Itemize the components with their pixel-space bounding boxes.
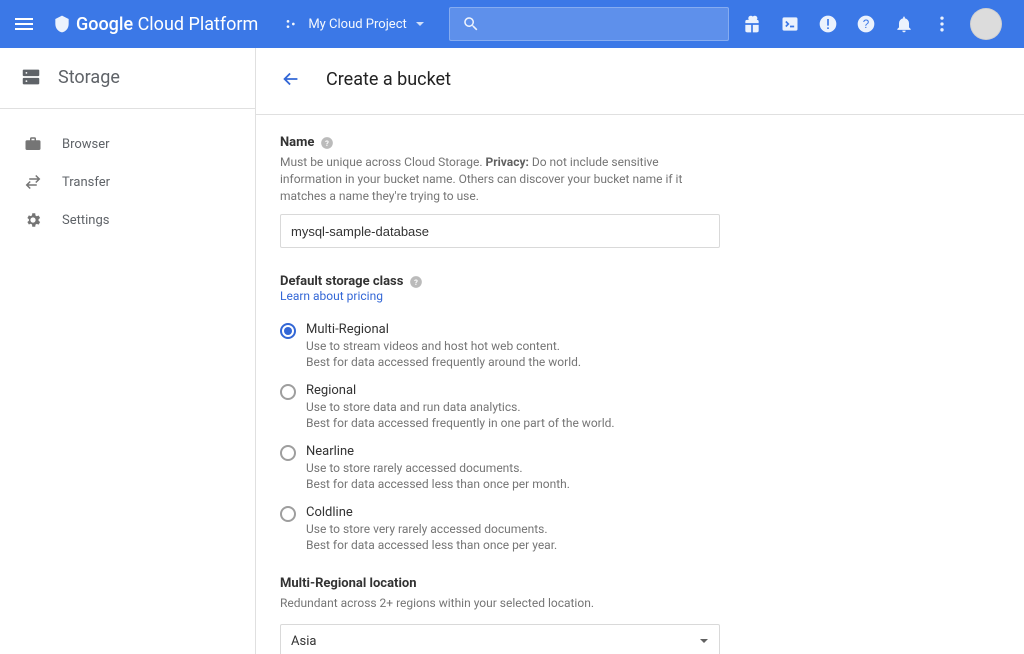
page-title: Create a bucket	[326, 69, 451, 90]
sidebar-item-label: Browser	[62, 137, 110, 152]
caret-down-icon	[415, 19, 425, 29]
back-button[interactable]	[280, 68, 302, 90]
storage-icon	[20, 66, 42, 88]
name-label-row: Name ?	[280, 135, 972, 150]
help-name-icon[interactable]: ?	[320, 136, 334, 150]
transfer-icon	[24, 173, 42, 191]
radio-desc-2: Best for data accessed frequently around…	[306, 355, 581, 369]
sidebar-title: Storage	[58, 67, 120, 88]
project-name: My Cloud Project	[308, 17, 406, 32]
sidebar-item-settings[interactable]: Settings	[0, 201, 255, 239]
project-selector[interactable]: My Cloud Project	[278, 12, 430, 36]
briefcase-icon	[24, 135, 42, 153]
content-header: Create a bucket	[256, 48, 1024, 115]
brand: Google Cloud Platform	[52, 14, 258, 35]
help-storage-icon[interactable]: ?	[409, 275, 423, 289]
radio-multi-regional[interactable]: Multi-Regional Use to stream videos and …	[280, 318, 972, 379]
storage-class-label-row: Default storage class ?	[280, 274, 972, 289]
radio-label: Regional	[306, 383, 615, 398]
sidebar-item-transfer[interactable]: Transfer	[0, 163, 255, 201]
caret-down-icon	[699, 636, 709, 646]
name-label: Name	[280, 135, 314, 150]
help-icon: ?	[856, 14, 876, 34]
svg-text:?: ?	[863, 18, 870, 31]
account-avatar[interactable]	[970, 8, 1002, 40]
storage-class-label: Default storage class	[280, 274, 403, 289]
radio-desc-1: Use to stream videos and host hot web co…	[306, 339, 581, 353]
radio-icon	[280, 445, 296, 461]
radio-icon	[280, 384, 296, 400]
project-icon	[284, 16, 300, 32]
location-selected: Asia	[291, 634, 316, 649]
hamburger-icon	[12, 12, 36, 36]
radio-nearline[interactable]: Nearline Use to store rarely accessed do…	[280, 440, 972, 501]
console-button[interactable]	[780, 14, 800, 34]
sidebar-item-label: Settings	[62, 213, 109, 228]
console-icon	[780, 14, 800, 34]
top-bar: Google Cloud Platform My Cloud Project ?	[0, 0, 1024, 48]
menu-button[interactable]	[12, 12, 36, 36]
radio-desc-1: Use to store very rarely accessed docume…	[306, 522, 557, 536]
radio-regional[interactable]: Regional Use to store data and run data …	[280, 379, 972, 440]
radio-icon	[280, 506, 296, 522]
more-vert-icon	[932, 14, 952, 34]
sidebar-header: Storage	[0, 48, 255, 109]
gear-icon	[24, 211, 42, 229]
gift-button[interactable]	[742, 14, 762, 34]
location-select[interactable]: Asia	[280, 624, 720, 654]
radio-desc-1: Use to store data and run data analytics…	[306, 400, 615, 414]
help-button[interactable]: ?	[856, 14, 876, 34]
svg-text:?: ?	[415, 278, 419, 287]
topbar-actions: ?	[742, 8, 1002, 40]
more-button[interactable]	[932, 14, 952, 34]
storage-class-radio-group: Multi-Regional Use to stream videos and …	[280, 318, 972, 562]
radio-label: Multi-Regional	[306, 322, 581, 337]
name-helper: Must be unique across Cloud Storage. Pri…	[280, 154, 710, 204]
sidebar-item-label: Transfer	[62, 175, 110, 190]
bucket-name-input[interactable]	[280, 214, 720, 248]
radio-label: Coldline	[306, 505, 557, 520]
svg-text:?: ?	[326, 138, 330, 147]
bell-icon	[894, 14, 914, 34]
cloud-icon	[52, 14, 72, 34]
gift-icon	[742, 14, 762, 34]
learn-pricing-link[interactable]: Learn about pricing	[280, 289, 383, 303]
radio-desc-1: Use to store rarely accessed documents.	[306, 461, 570, 475]
sidebar-item-browser[interactable]: Browser	[0, 125, 255, 163]
location-label: Multi-Regional location	[280, 576, 972, 591]
search-icon	[462, 15, 480, 33]
radio-desc-2: Best for data accessed frequently in one…	[306, 416, 615, 430]
alert-button[interactable]	[818, 14, 838, 34]
radio-desc-2: Best for data accessed less than once pe…	[306, 477, 570, 491]
search-bar[interactable]	[449, 7, 729, 41]
notifications-button[interactable]	[894, 14, 914, 34]
radio-desc-2: Best for data accessed less than once pe…	[306, 538, 557, 552]
sidebar: Storage Browser Transfer Settings	[0, 48, 256, 654]
brand-strong: Google	[76, 14, 133, 35]
radio-coldline[interactable]: Coldline Use to store very rarely access…	[280, 501, 972, 562]
alert-icon	[818, 14, 838, 34]
radio-icon	[280, 323, 296, 339]
brand-rest: Cloud Platform	[138, 14, 259, 35]
radio-label: Nearline	[306, 444, 570, 459]
location-helper: Redundant across 2+ regions within your …	[280, 595, 972, 612]
